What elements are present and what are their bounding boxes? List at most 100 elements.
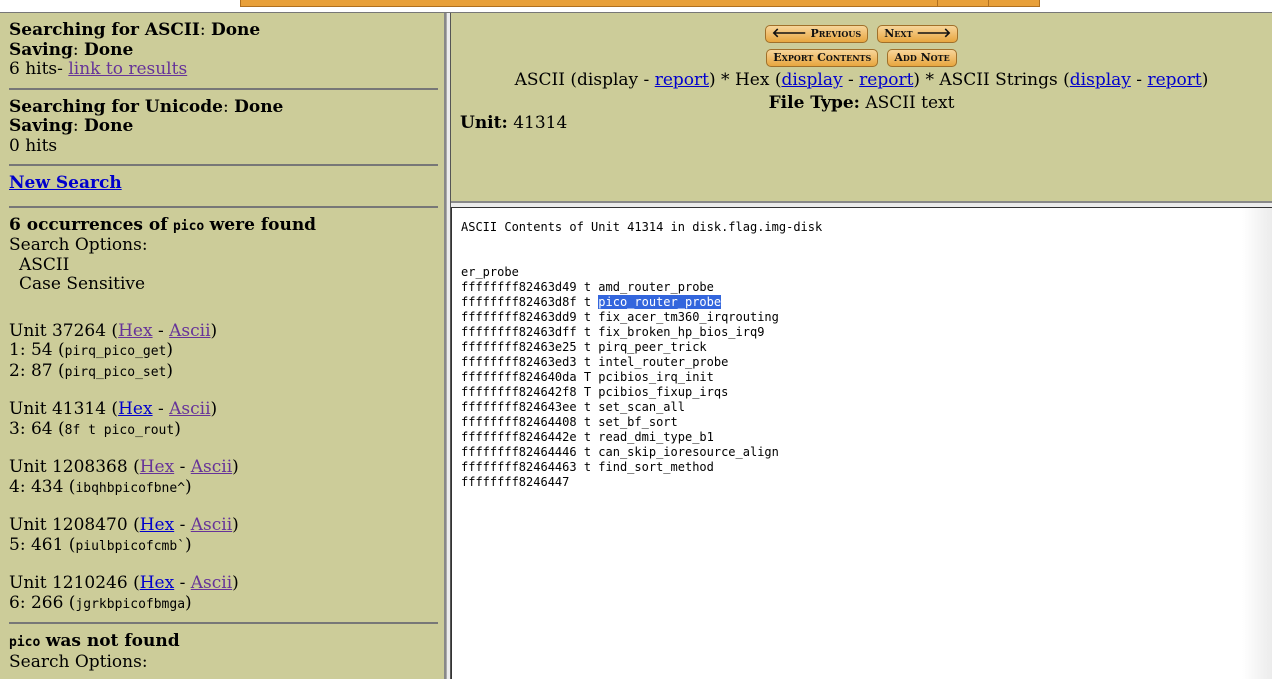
unit-hex-link[interactable]: Hex <box>140 457 174 477</box>
mode-ascii-label: ASCII <box>514 70 565 90</box>
unit-hit-block: Unit 41314 (Hex - Ascii) 3: 64 (8f t pico… <box>9 399 436 440</box>
notfound-text: was not found <box>45 631 180 651</box>
file-type-line: File Type: ASCII text <box>451 93 1272 113</box>
previous-label: Previous <box>810 27 862 40</box>
hit-line: 6: 266 (jgrkbpicofbmga) <box>9 592 192 613</box>
not-found-summary: pico was not found Search Options: <box>9 631 436 672</box>
toolbar-search-tab[interactable] <box>240 0 938 7</box>
toolbar-close-tab[interactable] <box>988 0 1040 7</box>
notfound-term: pico <box>9 635 41 650</box>
search-options-label: Search Options: <box>9 235 148 255</box>
content-after: ffffffff82463dd9 t fix_acer_tm360_irqrou… <box>461 310 779 489</box>
mode-ascii-report-link[interactable]: report <box>655 70 709 90</box>
unit-ascii-link[interactable]: Ascii <box>191 573 232 593</box>
hit-number: 1: 54 <box>9 340 53 360</box>
mode-ascii-display: display <box>577 70 639 90</box>
ascii-search-state: Done <box>210 20 261 40</box>
nav-button-row: 🡐 Previous Next 🡒 <box>451 25 1272 44</box>
unit-hit-block: Unit 1208368 (Hex - Ascii) 4: 434 (ibqhbp… <box>9 457 436 498</box>
hit-context: pirq_pico_set <box>64 364 167 380</box>
unit-label: Unit 1208368 <box>9 457 128 477</box>
unicode-search-label: Searching for Unicode <box>9 96 223 117</box>
notfound-options-label: Search Options: <box>9 651 148 672</box>
search-results-frame: Searching for ASCII: Done Saving: Done 6… <box>0 13 446 679</box>
unit-hex-link[interactable]: Hex <box>118 399 152 419</box>
link-to-results[interactable]: link to results <box>68 59 187 79</box>
ascii-saving-state: Done <box>84 39 134 60</box>
next-button[interactable]: Next 🡒 <box>877 25 959 43</box>
unit-hit-list: Unit 37264 (Hex - Ascii) 1: 54 (pirq_pico… <box>9 320 436 615</box>
hit-context: ibqhbpicofbne^ <box>75 480 186 496</box>
unit-view-frame: 🡐 Previous Next 🡒 Export Contents Add No… <box>451 13 1272 679</box>
hit-line: 3: 64 (8f t pico_rout) <box>9 418 181 439</box>
unicode-saving-label: Saving <box>9 116 73 136</box>
occurrences-count: 6 occurrences of <box>9 214 168 235</box>
mode-hex-report-link[interactable]: report <box>859 70 913 90</box>
unit-content-frame: ASCII Contents of Unit 41314 in disk.fla… <box>451 208 1272 679</box>
left-arrow-icon: 🡐 <box>771 26 807 41</box>
hit-number: 4: 434 <box>9 476 64 497</box>
hit-context: 8f t pico_rout <box>64 422 175 438</box>
new-search-link[interactable]: New Search <box>9 173 122 193</box>
unit-hex-link[interactable]: Hex <box>118 321 152 341</box>
export-contents-button[interactable]: Export Contents <box>766 49 879 67</box>
top-toolbar-strip <box>0 0 1272 13</box>
hit-number: 5: 461 <box>9 534 64 555</box>
right-arrow-icon: 🡒 <box>916 26 952 41</box>
hit-number: 2: 87 <box>9 360 53 381</box>
action-button-row: Export Contents Add Note <box>451 49 1272 68</box>
separator <box>9 164 438 166</box>
unit-label: Unit: <box>460 113 508 133</box>
unicode-search-state: Done <box>234 96 284 117</box>
ascii-search-label: Searching for ASCII <box>9 20 200 40</box>
file-type-label: File Type: <box>768 93 860 113</box>
search-term: pico <box>172 218 205 234</box>
unicode-hit-count: 0 hits <box>9 135 58 156</box>
separator <box>9 205 438 208</box>
unit-label: Unit 37264 <box>9 320 107 341</box>
unit-content-text: ASCII Contents of Unit 41314 in disk.fla… <box>461 220 822 490</box>
mode-strings-display-link[interactable]: display <box>1070 70 1131 90</box>
hit-context: jgrkbpicofbmga <box>75 596 186 612</box>
ascii-saving-label: Saving <box>9 39 73 60</box>
unit-header-frame: 🡐 Previous Next 🡒 Export Contents Add No… <box>451 13 1272 203</box>
add-note-button[interactable]: Add Note <box>887 49 957 67</box>
separator <box>9 622 438 624</box>
mode-strings-label: ASCII Strings <box>939 70 1058 90</box>
mode-strings-report-link[interactable]: report <box>1147 70 1201 90</box>
view-mode-links: ASCII (display - report) * Hex (display … <box>514 70 1209 90</box>
unit-hit-block: Unit 1208470 (Hex - Ascii) 5: 461 (piulbp… <box>9 515 436 556</box>
unit-ascii-link[interactable]: Ascii <box>169 399 210 419</box>
unit-ascii-link[interactable]: Ascii <box>191 515 232 535</box>
file-type-value: ASCII text <box>865 93 955 113</box>
hit-number: 6: 266 <box>9 592 64 613</box>
content-header: ASCII Contents of Unit 41314 in disk.fla… <box>461 220 823 234</box>
ascii-search-status: Searching for ASCII: Done Saving: Done 6… <box>9 20 261 79</box>
unit-label: Unit 1210246 <box>9 573 128 593</box>
previous-button[interactable]: 🡐 Previous <box>764 25 869 43</box>
unit-ascii-link[interactable]: Ascii <box>169 321 210 341</box>
unicode-saving-state: Done <box>84 116 134 136</box>
content-highlighted-hit: pico_router_probe <box>598 295 722 309</box>
hit-line: 2: 87 (pirq_pico_set) <box>9 360 174 381</box>
search-option-ascii: ASCII <box>19 254 70 275</box>
unit-hex-link[interactable]: Hex <box>140 573 174 593</box>
hit-line: 1: 54 (pirq_pico_get) <box>9 340 174 360</box>
occurrences-summary: 6 occurrences of pico were found Search … <box>9 214 436 295</box>
unicode-search-status: Searching for Unicode: Done Saving: Done… <box>9 96 436 157</box>
hit-line: 4: 434 (ibqhbpicofbne^) <box>9 476 192 497</box>
mode-hex-label: Hex <box>734 70 770 90</box>
next-label: Next <box>884 27 913 40</box>
unit-ascii-link[interactable]: Ascii <box>191 457 232 477</box>
toolbar-help-tab[interactable] <box>937 0 989 7</box>
hit-context: piulbpicofcmb` <box>75 538 186 554</box>
hit-line: 5: 461 (piulbpicofcmb`) <box>9 534 192 555</box>
unit-label: Unit 1208470 <box>9 515 128 535</box>
hit-context: pirq_pico_get <box>64 344 167 359</box>
mode-hex-display-link[interactable]: display <box>781 70 842 90</box>
occurrences-suffix: were found <box>209 214 317 235</box>
separator <box>9 87 438 90</box>
unit-hex-link[interactable]: Hex <box>140 515 174 535</box>
ascii-hit-count: 6 hits <box>9 59 58 79</box>
unit-hit-block: Unit 1210246 (Hex - Ascii) 6: 266 (jgrkbp… <box>9 573 436 614</box>
